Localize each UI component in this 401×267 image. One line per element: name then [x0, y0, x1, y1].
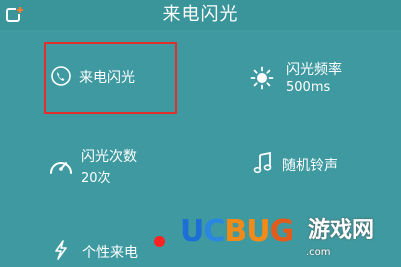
watermark: UCBUG 游戏网 .com	[180, 212, 401, 267]
random-ringtone-label: 随机铃声	[282, 158, 338, 174]
page-title: 来电闪光	[162, 4, 239, 25]
flash-frequency-label: 闪光频率	[286, 62, 342, 78]
watermark-cn-text: 游戏网	[308, 218, 375, 243]
notification-badge	[154, 236, 165, 247]
flash-frequency-item[interactable]: 闪光频率 500ms	[250, 58, 390, 100]
lightning-icon	[54, 240, 68, 264]
sun-icon	[250, 66, 274, 94]
flash-count-value: 20次	[81, 171, 111, 186]
highlight-box	[44, 42, 177, 114]
gauge-icon	[48, 154, 74, 182]
custom-call-item[interactable]: 个性来电	[54, 236, 164, 264]
top-bar: 来电闪光	[0, 0, 401, 30]
random-ringtone-item[interactable]: 随机铃声	[253, 150, 383, 178]
music-note-icon	[253, 151, 273, 178]
flash-frequency-value: 500ms	[286, 80, 331, 95]
flash-count-label: 闪光次数	[81, 149, 137, 165]
watermark-url: .com	[306, 247, 331, 258]
watermark-logo: UCBUG	[180, 214, 294, 249]
flash-count-item[interactable]: 闪光次数 20次	[48, 144, 188, 186]
custom-call-label: 个性来电	[82, 245, 138, 261]
